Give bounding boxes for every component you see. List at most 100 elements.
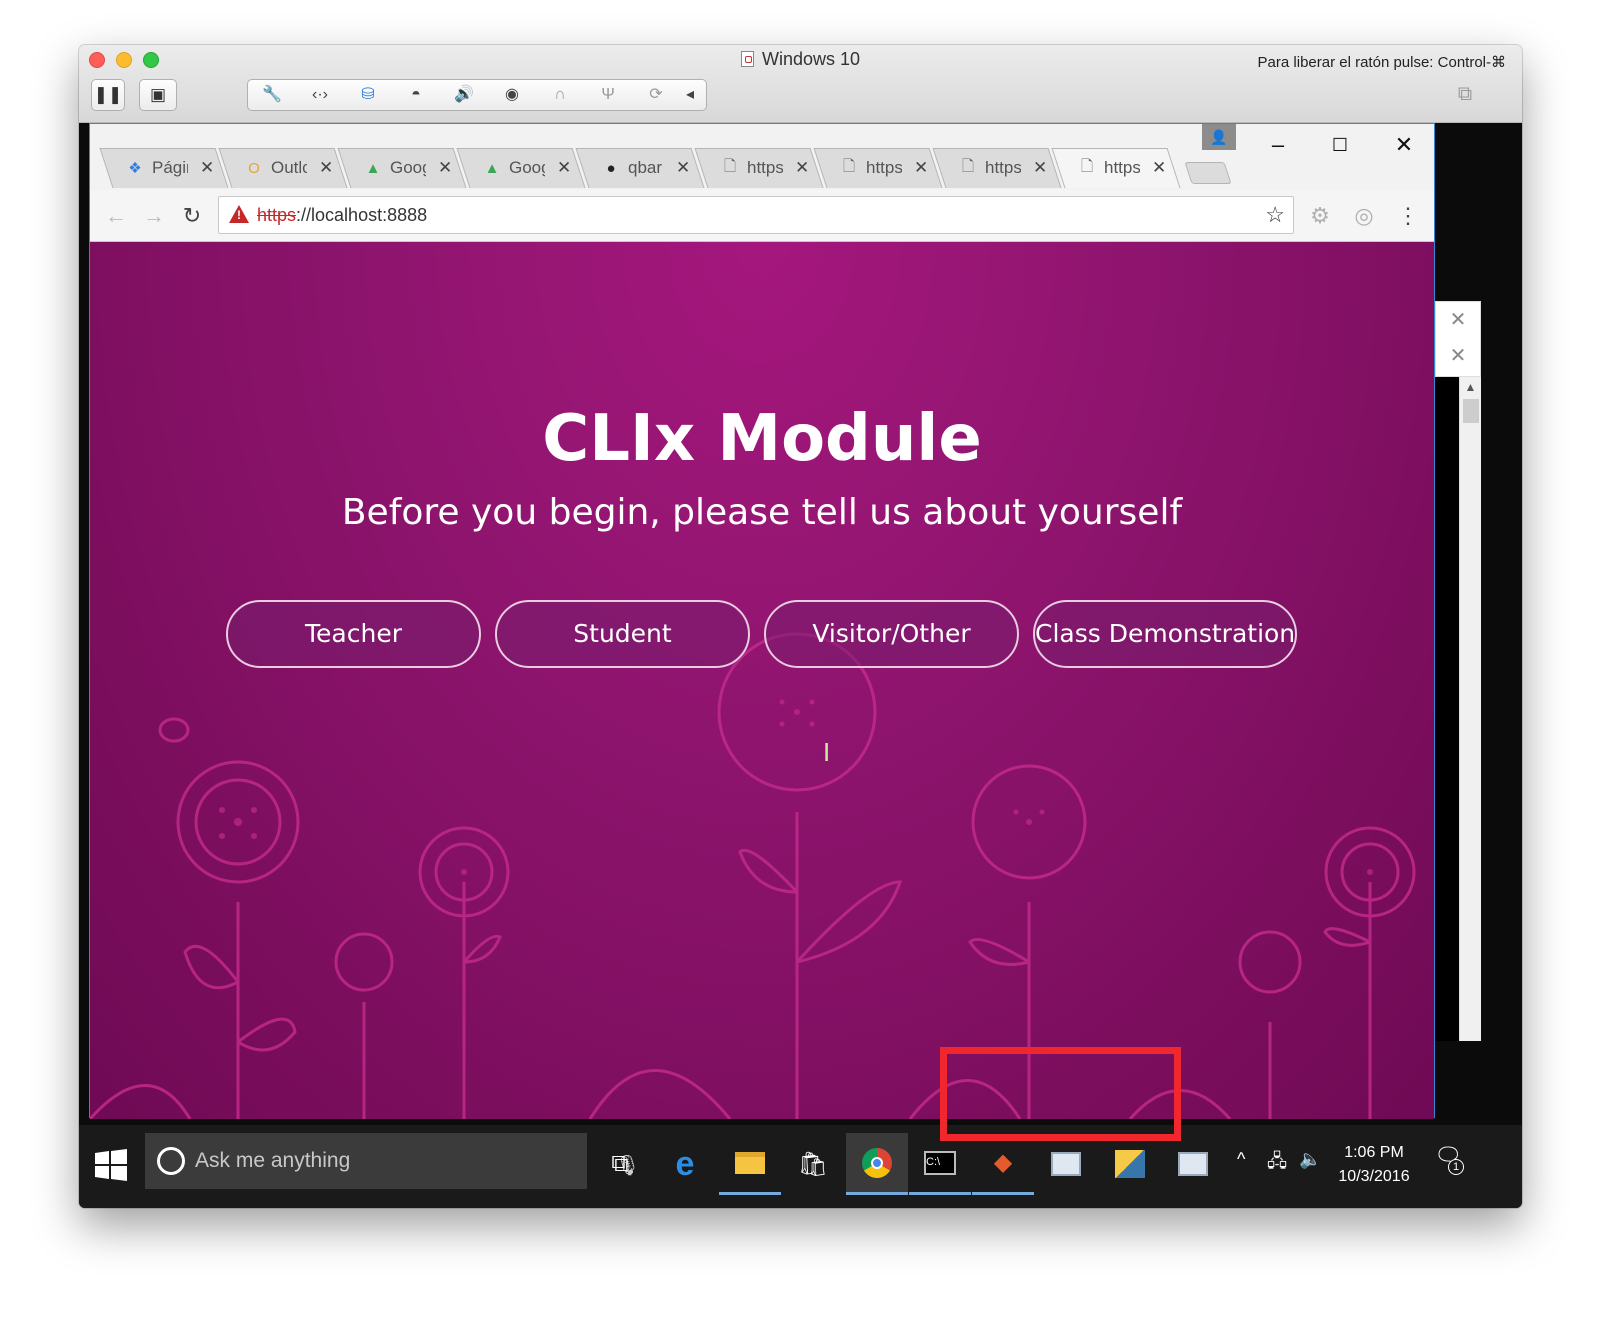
task-view-icon[interactable]: ⧉: [589, 1133, 651, 1195]
browser-tab[interactable]: ▲ Goog ✕: [348, 148, 464, 188]
address-bar[interactable]: ! https://localhost:8888 ☆: [218, 196, 1294, 234]
fullscreen-icon[interactable]: ⧉: [1447, 79, 1483, 111]
new-tab-button[interactable]: [1184, 162, 1232, 184]
camera-icon[interactable]: ◓: [392, 80, 440, 110]
tab-close-icon[interactable]: ✕: [438, 158, 452, 178]
collapse-icon[interactable]: ◂: [680, 80, 700, 110]
tab-title: qbar: [628, 158, 663, 177]
reload-button[interactable]: ↻: [176, 200, 208, 232]
class-demonstration-button[interactable]: Class Demonstration: [1033, 600, 1297, 668]
sync-icon[interactable]: ⟳: [632, 80, 680, 110]
browser-tab[interactable]: 🗋 https ✕: [705, 148, 821, 188]
browser-tab[interactable]: O Outlc ✕: [229, 148, 345, 188]
python-icon[interactable]: [1099, 1133, 1161, 1195]
volume-icon[interactable]: 🔊: [440, 80, 488, 110]
extension-icon[interactable]: ◎: [1348, 200, 1380, 232]
command-prompt-icon[interactable]: C:\: [909, 1133, 971, 1195]
highlight-annotation-box: [940, 1047, 1181, 1141]
pause-vm-button[interactable]: ❚❚: [91, 79, 125, 111]
browser-tab[interactable]: ▲ Goog ✕: [467, 148, 583, 188]
profile-icon[interactable]: 👤: [1202, 124, 1236, 150]
file-explorer-icon[interactable]: [719, 1133, 781, 1195]
browser-tab[interactable]: ● qbar ✕: [586, 148, 702, 188]
github-icon: ●: [606, 159, 616, 177]
notification-badge: 1: [1448, 1159, 1464, 1175]
tab-title: Goog: [390, 158, 426, 177]
dropbox-icon: ❖: [128, 160, 142, 177]
minimize-button[interactable]: –: [1248, 128, 1308, 162]
page-title: CLIx Module: [542, 402, 982, 476]
network-icon[interactable]: ‹·›: [296, 80, 344, 110]
tab-close-icon[interactable]: ✕: [1152, 158, 1166, 178]
close-button[interactable]: ✕: [1374, 128, 1434, 162]
scrollbar[interactable]: ▲: [1459, 377, 1481, 1041]
text-cursor-icon: I: [823, 737, 831, 767]
clock-date: 10/3/2016: [1338, 1168, 1410, 1185]
visitor-other-button[interactable]: Visitor/Other: [764, 600, 1019, 668]
url-host: ://localhost:8888: [296, 205, 428, 225]
show-hidden-icons-icon[interactable]: ^: [1237, 1149, 1245, 1170]
pause-icon: ❚❚: [93, 85, 123, 104]
tab-close-icon[interactable]: ✕: [1033, 158, 1047, 178]
git-icon[interactable]: ◆: [972, 1133, 1034, 1195]
tab-close-icon[interactable]: ✕: [200, 158, 214, 178]
background-window-tabs: ✕ ✕: [1435, 301, 1481, 377]
tab-close-icon[interactable]: ✕: [914, 158, 928, 178]
maximize-button[interactable]: ☐: [1310, 128, 1370, 162]
windows-start-icon[interactable]: [91, 1145, 131, 1185]
scroll-thumb[interactable]: [1462, 399, 1479, 423]
tab-close-icon[interactable]: ✕: [557, 158, 571, 178]
scroll-up-icon[interactable]: ▲: [1460, 377, 1481, 397]
window-title-text: Windows 10: [761, 49, 861, 69]
menu-icon[interactable]: ⋮: [1392, 200, 1424, 232]
teacher-button[interactable]: Teacher: [226, 600, 481, 668]
outlook-icon: O: [248, 159, 260, 177]
google-drive-icon: ▲: [365, 159, 381, 177]
security-warning-icon[interactable]: !: [229, 205, 249, 223]
browser-tab[interactable]: 🗋 https ✕: [824, 148, 940, 188]
browser-tab[interactable]: 🗋 https ✕: [1062, 148, 1178, 188]
store-icon[interactable]: 🛍: [782, 1133, 844, 1195]
student-button[interactable]: Student: [495, 600, 750, 668]
page-icon: 🗋: [961, 157, 975, 175]
volume-tray-icon[interactable]: 🔈: [1299, 1149, 1321, 1170]
tab-close-icon[interactable]: ✕: [795, 158, 809, 178]
tab-title: https: [747, 158, 783, 177]
chrome-icon[interactable]: [846, 1133, 908, 1195]
web-page: CLIx Module Before you begin, please tel…: [90, 242, 1434, 1119]
browser-tab[interactable]: 🗋 https ✕: [943, 148, 1059, 188]
tab-title: https: [985, 158, 1021, 177]
action-center-icon[interactable]: 🗨 1: [1434, 1143, 1464, 1175]
app-window-icon[interactable]: [1162, 1133, 1224, 1195]
search-placeholder: Ask me anything: [195, 1149, 351, 1172]
tab-close-icon[interactable]: ✕: [676, 158, 690, 178]
usb-icon[interactable]: Ψ: [584, 80, 632, 110]
url-scheme: https: [257, 205, 297, 225]
vm-screen: 👤 – ☐ ✕ ← → ↻ ! https://localhost:8888 ☆…: [79, 123, 1522, 1208]
page-icon: 🗋: [723, 157, 737, 175]
edge-icon[interactable]: e: [654, 1133, 716, 1195]
windows-taskbar: Ask me anything 🎙 ⧉ e 🛍 C:\ ◆ ^ 🖧 🔈 1:06…: [79, 1125, 1522, 1208]
extension-icon[interactable]: ⚙: [1304, 200, 1336, 232]
page-subtitle: Before you begin, please tell us about y…: [341, 492, 1183, 533]
close-icon[interactable]: ✕: [1436, 338, 1480, 374]
network-tray-icon[interactable]: 🖧: [1267, 1149, 1287, 1179]
taskbar-clock[interactable]: 1:06 PM 10/3/2016: [1329, 1141, 1419, 1189]
bookmark-star-icon[interactable]: ☆: [1265, 197, 1285, 233]
tab-close-icon[interactable]: ✕: [319, 158, 333, 178]
back-button[interactable]: ←: [100, 200, 132, 232]
vm-settings-button[interactable]: ▣: [139, 79, 177, 111]
forward-button[interactable]: →: [138, 200, 170, 232]
app-window-icon[interactable]: [1035, 1133, 1097, 1195]
mac-titlebar: Windows 10 Para liberar el ratón pulse: …: [79, 45, 1522, 123]
close-icon[interactable]: ✕: [1436, 302, 1480, 338]
page-icon: 🗋: [1080, 157, 1094, 175]
drive-icon[interactable]: ⛁: [344, 80, 392, 110]
google-drive-icon: ▲: [484, 159, 500, 177]
wrench-icon[interactable]: 🔧: [248, 80, 296, 110]
browser-tab[interactable]: ❖ Págir ✕: [110, 148, 226, 188]
screenshot-icon[interactable]: ◉: [488, 80, 536, 110]
page-icon: 🗋: [842, 157, 856, 175]
headphones-icon[interactable]: ∩: [536, 80, 584, 110]
cortana-search-box[interactable]: Ask me anything 🎙: [145, 1133, 640, 1189]
